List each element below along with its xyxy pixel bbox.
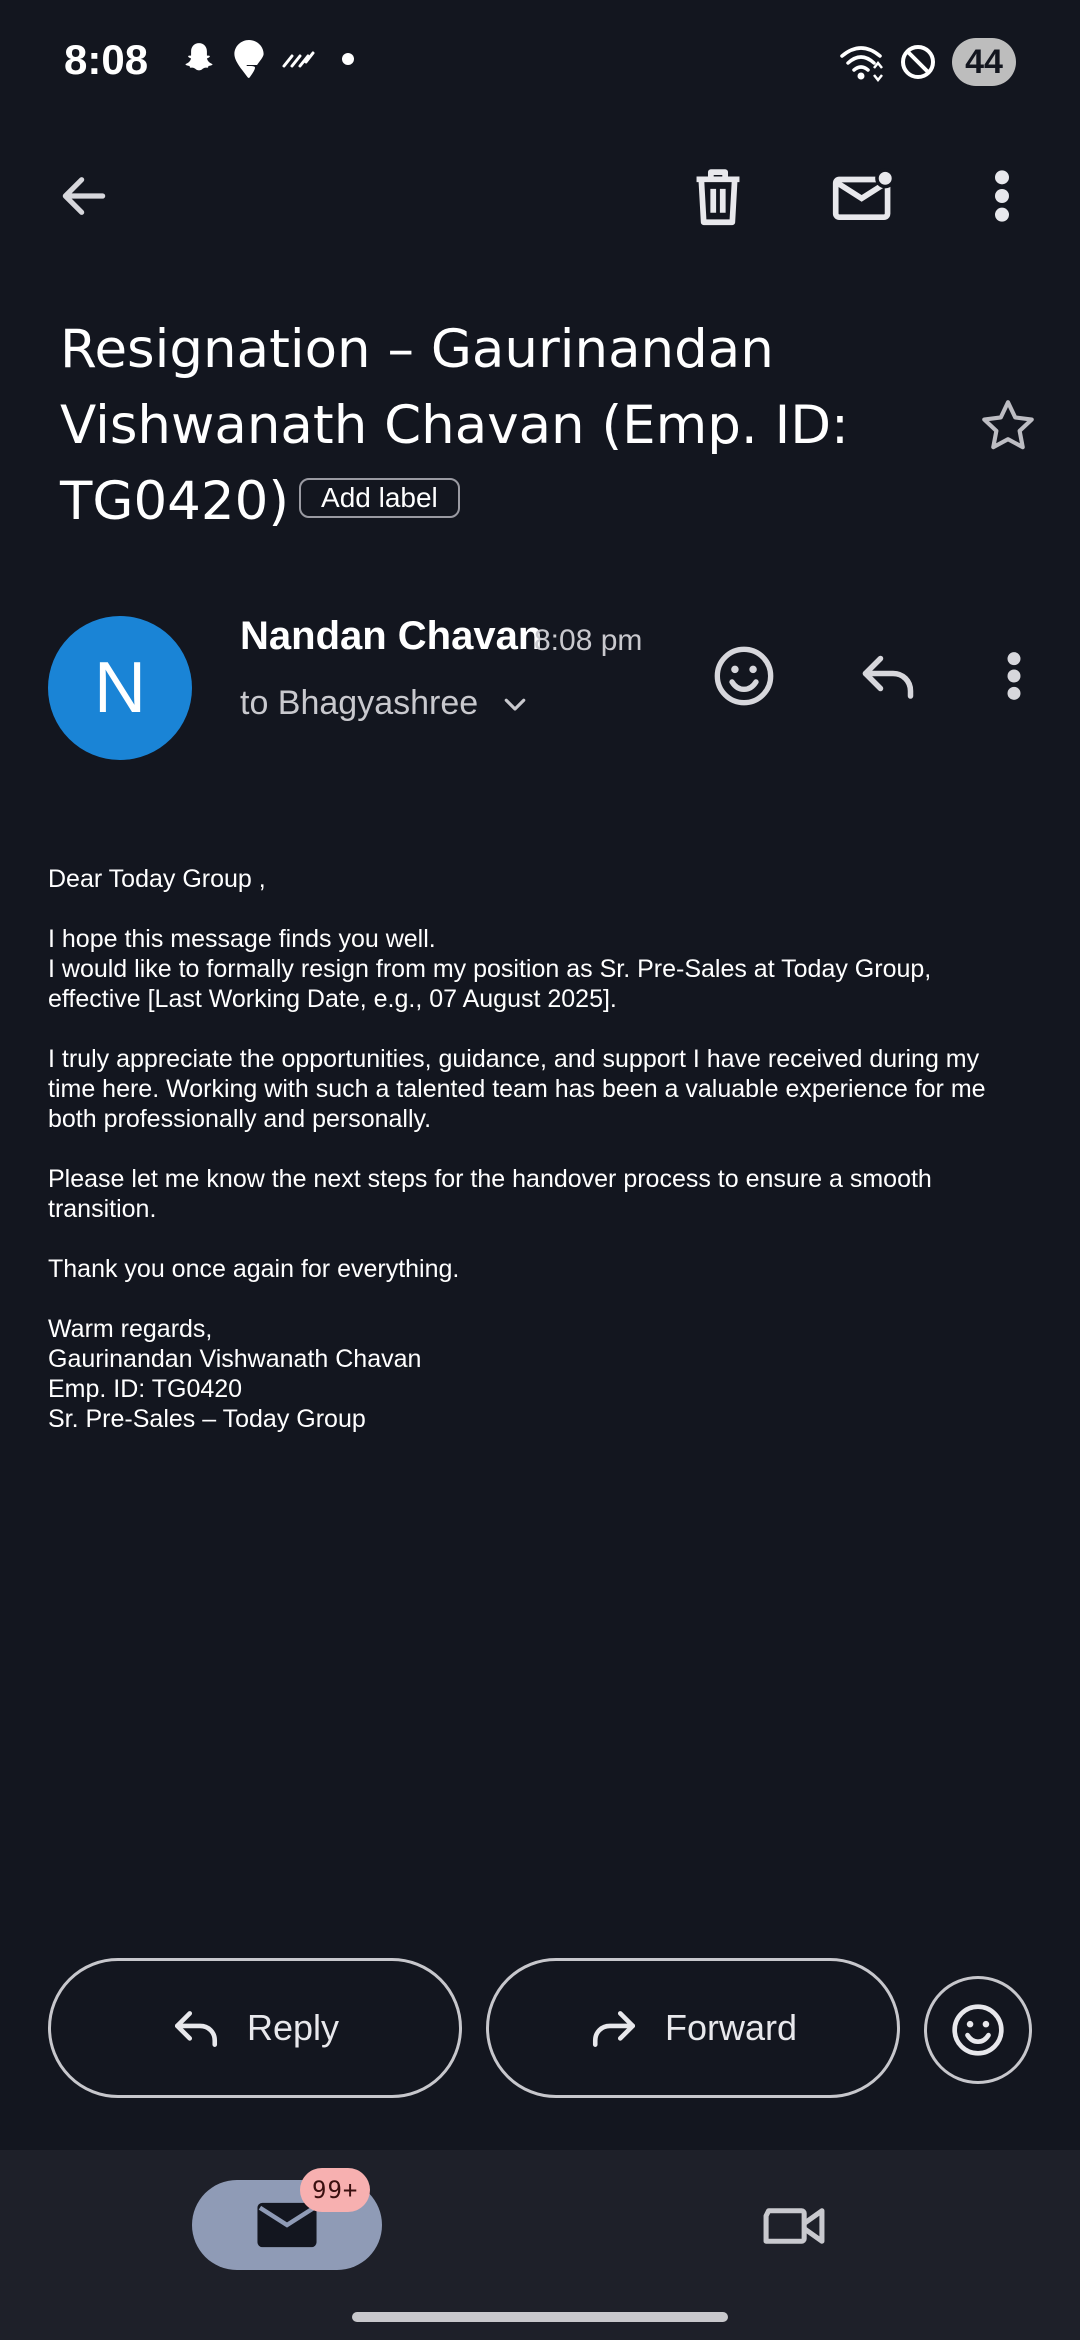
sender-name: Nandan Chavan — [240, 614, 543, 658]
system-status-icons: 44 — [838, 38, 1016, 86]
body-line: effective [Last Working Date, e.g., 07 A… — [48, 985, 617, 1013]
email-body: Dear Today Group , I hope this message fi… — [48, 864, 1038, 1434]
mail-unread-badge: 99+ — [300, 2168, 371, 2212]
body-blank-line — [48, 1224, 1038, 1254]
body-line: transition. — [48, 1195, 157, 1223]
chevron-down-icon — [504, 698, 526, 711]
body-line: Sr. Pre-Sales – Today Group — [48, 1405, 366, 1433]
body-line: Thank you once again for everything. — [48, 1255, 460, 1283]
body-blank-line — [48, 1284, 1038, 1314]
emoji-icon — [952, 2004, 1004, 2056]
back-arrow-icon — [62, 177, 106, 215]
battery-indicator: 44 — [952, 38, 1016, 86]
wifi-icon — [840, 46, 883, 82]
delete-icon — [696, 169, 740, 226]
video-camera-icon — [763, 2208, 825, 2244]
gesture-navigation-bar[interactable] — [352, 2312, 728, 2322]
message-more-button[interactable] — [992, 636, 1036, 716]
more-vert-icon — [1007, 652, 1021, 700]
delete-button[interactable] — [682, 160, 754, 232]
star-button[interactable] — [970, 388, 1046, 464]
reply-icon — [862, 655, 914, 699]
body-blank-line — [48, 1134, 1038, 1164]
reply-label: Reply — [246, 2007, 340, 2048]
status-time: 8:08 — [64, 36, 149, 83]
body-blank-line — [48, 894, 1038, 924]
sender-avatar[interactable]: N — [48, 616, 192, 760]
more-vert-icon — [995, 170, 1009, 222]
recipient-details-toggle[interactable]: to Bhagyashree — [240, 684, 530, 723]
notification-dot-icon — [342, 53, 354, 65]
body-line: time here. Working with such a talented … — [48, 1075, 986, 1103]
emoji-icon — [714, 646, 774, 706]
react-emoji-button[interactable] — [704, 636, 784, 716]
body-line: Dear Today Group , — [48, 865, 266, 893]
reply-inline-button[interactable] — [848, 636, 928, 716]
forward-icon — [592, 2011, 636, 2047]
snapchat-icon — [185, 43, 213, 71]
nav-meet-tab[interactable] — [752, 2186, 836, 2266]
body-line: I would like to formally resign from my … — [48, 955, 932, 983]
forward-label: Forward — [664, 2007, 798, 2048]
mark-unread-button[interactable] — [826, 160, 902, 232]
sent-time: 8:08 pm — [534, 624, 643, 657]
mark-unread-icon — [832, 168, 896, 221]
star-icon — [982, 400, 1034, 450]
more-options-button[interactable] — [966, 160, 1038, 232]
add-label-chip[interactable]: Add label — [299, 478, 460, 519]
body-line: Warm regards, — [48, 1315, 213, 1343]
email-subject: Resignation – Gaurinandan Vishwanath Cha… — [60, 312, 940, 540]
reply-icon — [174, 2011, 218, 2047]
back-button[interactable] — [48, 160, 120, 232]
body-line: I truly appreciate the opportunities, gu… — [48, 1045, 980, 1073]
body-line: Emp. ID: TG0420 — [48, 1375, 243, 1403]
forward-button[interactable]: Forward — [486, 1958, 900, 2098]
reply-button[interactable]: Reply — [48, 1958, 462, 2098]
signal-lines-icon — [282, 51, 315, 68]
swiggy-icon — [234, 40, 264, 78]
body-line: Gaurinandan Vishwanath Chavan — [48, 1345, 422, 1373]
body-line: Please let me know the next steps for th… — [48, 1165, 932, 1193]
body-line: I hope this message finds you well. — [48, 925, 436, 953]
body-line: both professionally and personally. — [48, 1105, 432, 1133]
status-notification-icons — [180, 40, 364, 78]
body-blank-line — [48, 1014, 1038, 1044]
recipient-text: to Bhagyashree — [240, 684, 479, 722]
do-not-disturb-icon — [901, 45, 935, 79]
emoji-reaction-button[interactable] — [924, 1976, 1032, 2084]
